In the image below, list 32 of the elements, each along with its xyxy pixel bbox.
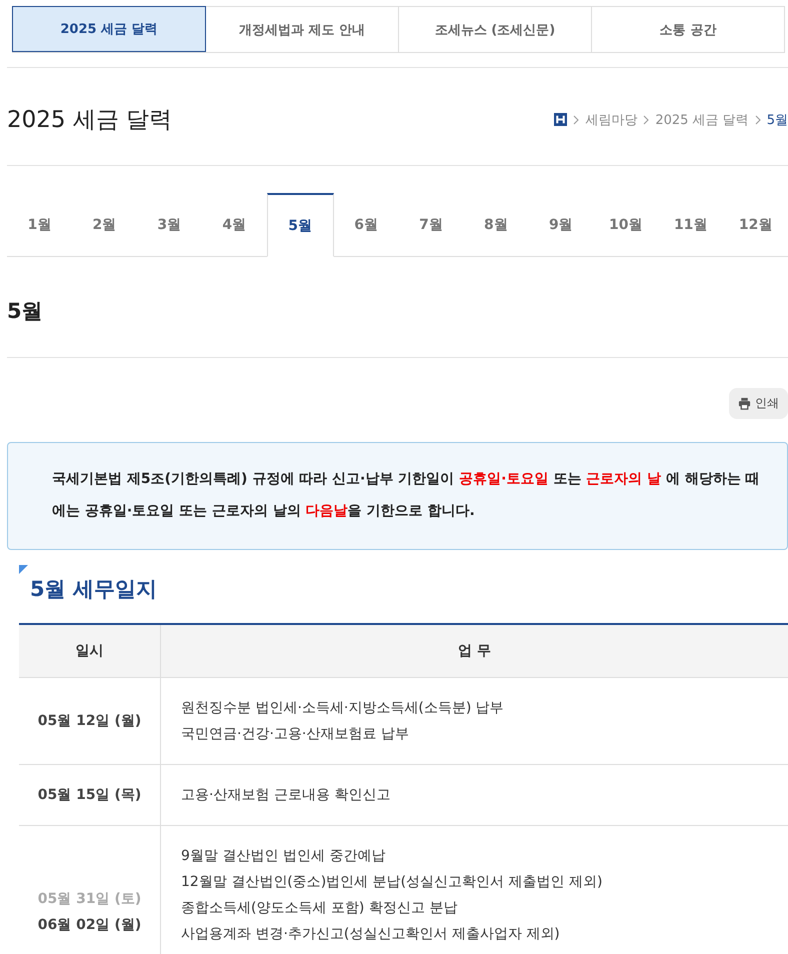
nav-tab[interactable]: 2025 세금 달력 xyxy=(12,6,206,52)
month-heading: 5월 xyxy=(7,257,788,358)
nav-tab[interactable]: 소통 공간 xyxy=(592,6,785,52)
notice-text: 국세기본법 제5조(기한의특례) 규정에 따라 신고·납부 기한일이 공휴일·토요일 또는 근로자의 날 에 해당하는 때에는 공휴일·토요일 또는 근로자의 날의 다음날을 기한으로 합니다. xyxy=(52,470,761,521)
corner-mark-icon xyxy=(19,565,28,574)
breadcrumb-link[interactable]: 세림마당 xyxy=(585,110,638,128)
chevron-icon xyxy=(643,114,650,124)
date-text: 05월 15일 (목) xyxy=(36,786,142,805)
column-header: 일시 xyxy=(19,624,160,678)
page-title: 2025 세금 달력 xyxy=(7,106,172,135)
breadcrumb-link[interactable]: 5월 xyxy=(766,110,788,128)
task-text: 9월말 결산법인 법인세 중간예납 xyxy=(181,847,386,866)
task-text: 원천징수분 법인세·소득세·지방소득세(소득분) 납부 xyxy=(181,699,505,718)
nav-tab[interactable]: 조세뉴스 (조세신문) xyxy=(399,6,592,52)
chevron-icon xyxy=(754,114,761,124)
nav-tab[interactable]: 개정세법과 제도 안내 xyxy=(206,6,399,52)
task-text: 국민연금·건강·고용·산재보험료 납부 xyxy=(181,725,410,744)
task-text: 종합소득세(양도소득세 포함) 확정신고 분납 xyxy=(181,899,458,918)
column-header: 업 무 xyxy=(160,624,788,678)
section-title: 5월 세무일지 xyxy=(30,576,157,603)
breadcrumb-link[interactable]: 2025 세금 달력 xyxy=(655,110,749,128)
chevron-icon xyxy=(573,114,580,124)
date-text: 05월 12일 (월) xyxy=(36,712,142,731)
task-text: 사업용계좌 변경·추가신고(성실신고확인서 제출사업자 제외) xyxy=(181,925,561,944)
date-text: 06월 02일 (월) xyxy=(36,916,142,934)
month-tab[interactable]: 5월 xyxy=(266,193,334,257)
home-icon[interactable] xyxy=(554,113,568,126)
print-button[interactable]: 인쇄 xyxy=(729,388,788,419)
date-text: 05월 31일 (토) xyxy=(36,890,142,908)
task-text: 고용·산재보험 근로내용 확인신고 xyxy=(181,786,392,805)
task-text: 12월말 결산법인(중소)법인세 분납(성실신고확인서 제출법인 제외) xyxy=(181,873,604,892)
printer-icon xyxy=(738,397,751,410)
